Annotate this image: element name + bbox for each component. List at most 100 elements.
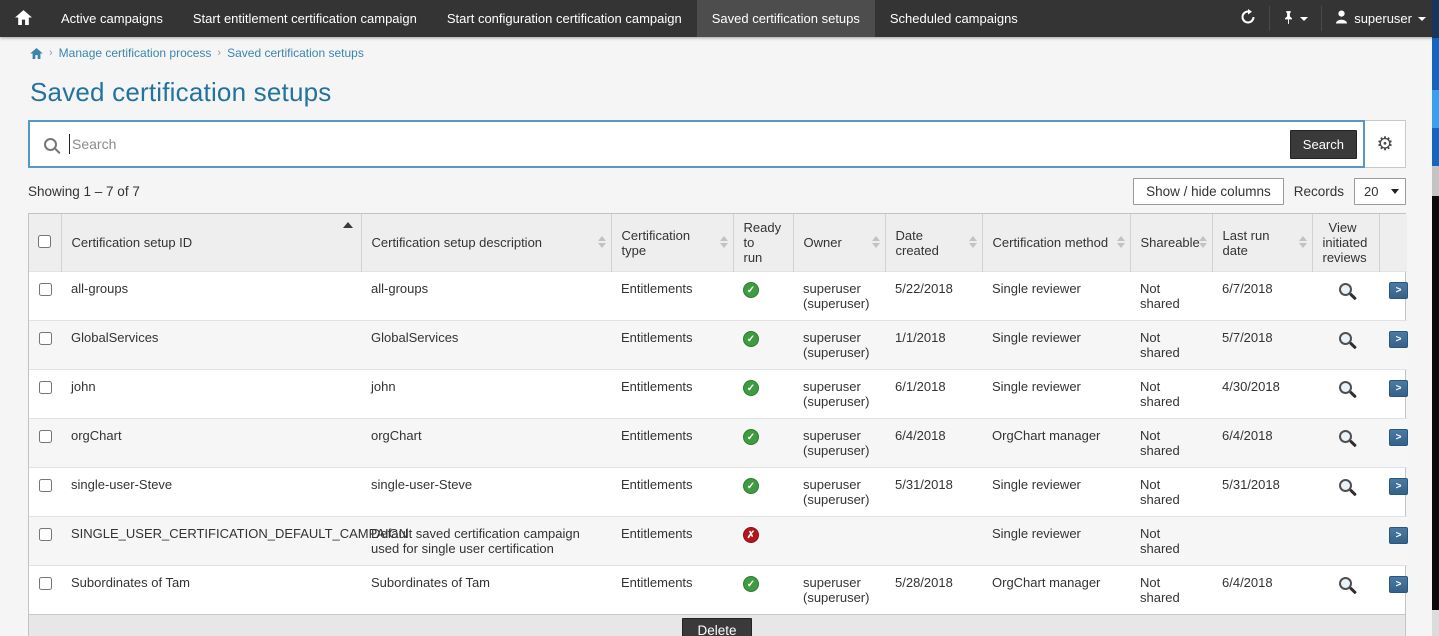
cell-checkbox xyxy=(29,272,61,321)
cell-text-lastRun: 4/30/2018 xyxy=(1222,379,1280,394)
cell-id: john xyxy=(61,370,361,419)
cell-method: OrgChart manager xyxy=(982,419,1130,468)
cell-owner: superuser (superuser) xyxy=(793,272,885,321)
cell-text-shareable: Not shared xyxy=(1140,575,1180,605)
nav-item-2[interactable]: Start configuration certification campai… xyxy=(432,0,697,37)
user-menu-button[interactable]: superuser xyxy=(1322,0,1439,37)
pin-menu-button[interactable] xyxy=(1270,0,1321,37)
cell-text-type: Entitlements xyxy=(621,477,693,492)
cell-text-type: Entitlements xyxy=(621,379,693,394)
row-checkbox[interactable] xyxy=(39,577,52,590)
cell-owner: superuser (superuser) xyxy=(793,321,885,370)
cell-created: 5/31/2018 xyxy=(885,468,982,517)
open-row-button[interactable]: > xyxy=(1389,576,1408,593)
cell-lastRun: 4/30/2018 xyxy=(1212,370,1312,419)
search-input[interactable] xyxy=(70,136,1290,152)
row-checkbox[interactable] xyxy=(39,479,52,492)
breadcrumb-link-current[interactable]: Saved certification setups xyxy=(227,46,364,60)
open-row-button[interactable]: > xyxy=(1389,331,1408,348)
cell-shareable: Not shared xyxy=(1130,321,1212,370)
column-header-shareable[interactable]: Shareable xyxy=(1130,214,1212,272)
view-initiated-reviews-icon[interactable] xyxy=(1339,332,1352,345)
cell-checkbox xyxy=(29,566,61,615)
cell-text-shareable: Not shared xyxy=(1140,330,1180,360)
open-row-button[interactable]: > xyxy=(1389,527,1408,544)
open-row-button[interactable]: > xyxy=(1389,478,1408,495)
cell-type: Entitlements xyxy=(611,272,733,321)
cell-ready: ✓ xyxy=(733,321,793,370)
search-settings-button[interactable]: ⚙ xyxy=(1365,120,1406,168)
column-label: Last run date xyxy=(1223,228,1270,258)
open-row-button[interactable]: > xyxy=(1389,380,1408,397)
column-label: Certification type xyxy=(622,228,691,258)
open-row-button[interactable]: > xyxy=(1389,429,1408,446)
column-header-id[interactable]: Certification setup ID xyxy=(61,214,361,272)
breadcrumb-separator: › xyxy=(217,47,221,59)
view-initiated-reviews-icon[interactable] xyxy=(1339,479,1352,492)
nav-item-0[interactable]: Active campaigns xyxy=(46,0,178,37)
cell-id: single-user-Steve xyxy=(61,468,361,517)
breadcrumb-link-manage[interactable]: Manage certification process xyxy=(59,46,212,60)
column-header-type[interactable]: Certification type xyxy=(611,214,733,272)
sort-ascending-icon xyxy=(343,222,353,228)
cell-view xyxy=(1312,517,1379,566)
column-header-created[interactable]: Date created xyxy=(885,214,982,272)
view-initiated-reviews-icon[interactable] xyxy=(1339,430,1352,443)
cell-text-type: Entitlements xyxy=(621,281,693,296)
cell-id: SINGLE_USER_CERTIFICATION_DEFAULT_CAMPAI… xyxy=(61,517,361,566)
column-header-owner[interactable]: Owner xyxy=(793,214,885,272)
cell-text-id: orgChart xyxy=(71,428,122,443)
refresh-button[interactable] xyxy=(1227,0,1269,37)
column-label: Certification method xyxy=(993,235,1109,250)
view-initiated-reviews-icon[interactable] xyxy=(1339,381,1352,394)
cell-ready: ✓ xyxy=(733,468,793,517)
cell-text-created: 5/28/2018 xyxy=(895,575,953,590)
breadcrumb-home-icon[interactable] xyxy=(30,48,43,59)
cell-text-method: Single reviewer xyxy=(992,526,1081,541)
row-checkbox[interactable] xyxy=(39,332,52,345)
cell-type: Entitlements xyxy=(611,468,733,517)
column-header-view: View initiated reviews xyxy=(1312,214,1379,272)
cell-action: > xyxy=(1379,468,1407,517)
cell-lastRun: 6/4/2018 xyxy=(1212,566,1312,615)
not-ready-icon: ✗ xyxy=(743,527,759,543)
cell-description: john xyxy=(361,370,611,419)
row-checkbox[interactable] xyxy=(39,283,52,296)
table-footer-bar: Delete xyxy=(29,614,1405,636)
search-button[interactable]: Search xyxy=(1290,130,1357,159)
search-box: Search xyxy=(28,120,1365,168)
nav-item-4[interactable]: Scheduled campaigns xyxy=(875,0,1033,37)
breadcrumb-separator: › xyxy=(49,47,53,59)
cell-created xyxy=(885,517,982,566)
cell-description: all-groups xyxy=(361,272,611,321)
delete-button[interactable]: Delete xyxy=(682,618,751,636)
column-header-lastRun[interactable]: Last run date xyxy=(1212,214,1312,272)
row-checkbox[interactable] xyxy=(39,528,52,541)
select-all-checkbox[interactable] xyxy=(38,235,51,248)
table-row: GlobalServicesGlobalServicesEntitlements… xyxy=(29,321,1407,370)
cell-view xyxy=(1312,272,1379,321)
row-checkbox[interactable] xyxy=(39,430,52,443)
open-row-button[interactable]: > xyxy=(1389,282,1408,299)
row-checkbox[interactable] xyxy=(39,381,52,394)
cell-method: Single reviewer xyxy=(982,517,1130,566)
ready-check-icon: ✓ xyxy=(743,429,759,445)
cell-ready: ✓ xyxy=(733,419,793,468)
records-per-page-select[interactable]: 20 xyxy=(1354,178,1406,205)
user-caret-icon xyxy=(1418,17,1426,21)
home-icon xyxy=(15,10,32,28)
nav-item-1[interactable]: Start entitlement certification campaign xyxy=(178,0,432,37)
view-initiated-reviews-icon[interactable] xyxy=(1339,577,1352,590)
column-header-method[interactable]: Certification method xyxy=(982,214,1130,272)
select-caret-icon xyxy=(1391,189,1399,194)
column-header-checkbox xyxy=(29,214,61,272)
cell-type: Entitlements xyxy=(611,370,733,419)
nav-item-3[interactable]: Saved certification setups xyxy=(697,0,875,37)
show-hide-columns-button[interactable]: Show / hide columns xyxy=(1133,178,1284,205)
column-header-description[interactable]: Certification setup description xyxy=(361,214,611,272)
view-initiated-reviews-icon[interactable] xyxy=(1339,283,1352,296)
cell-created: 5/28/2018 xyxy=(885,566,982,615)
cell-action: > xyxy=(1379,370,1407,419)
nav-home-button[interactable] xyxy=(0,0,46,37)
cell-text-owner: superuser (superuser) xyxy=(803,281,869,311)
